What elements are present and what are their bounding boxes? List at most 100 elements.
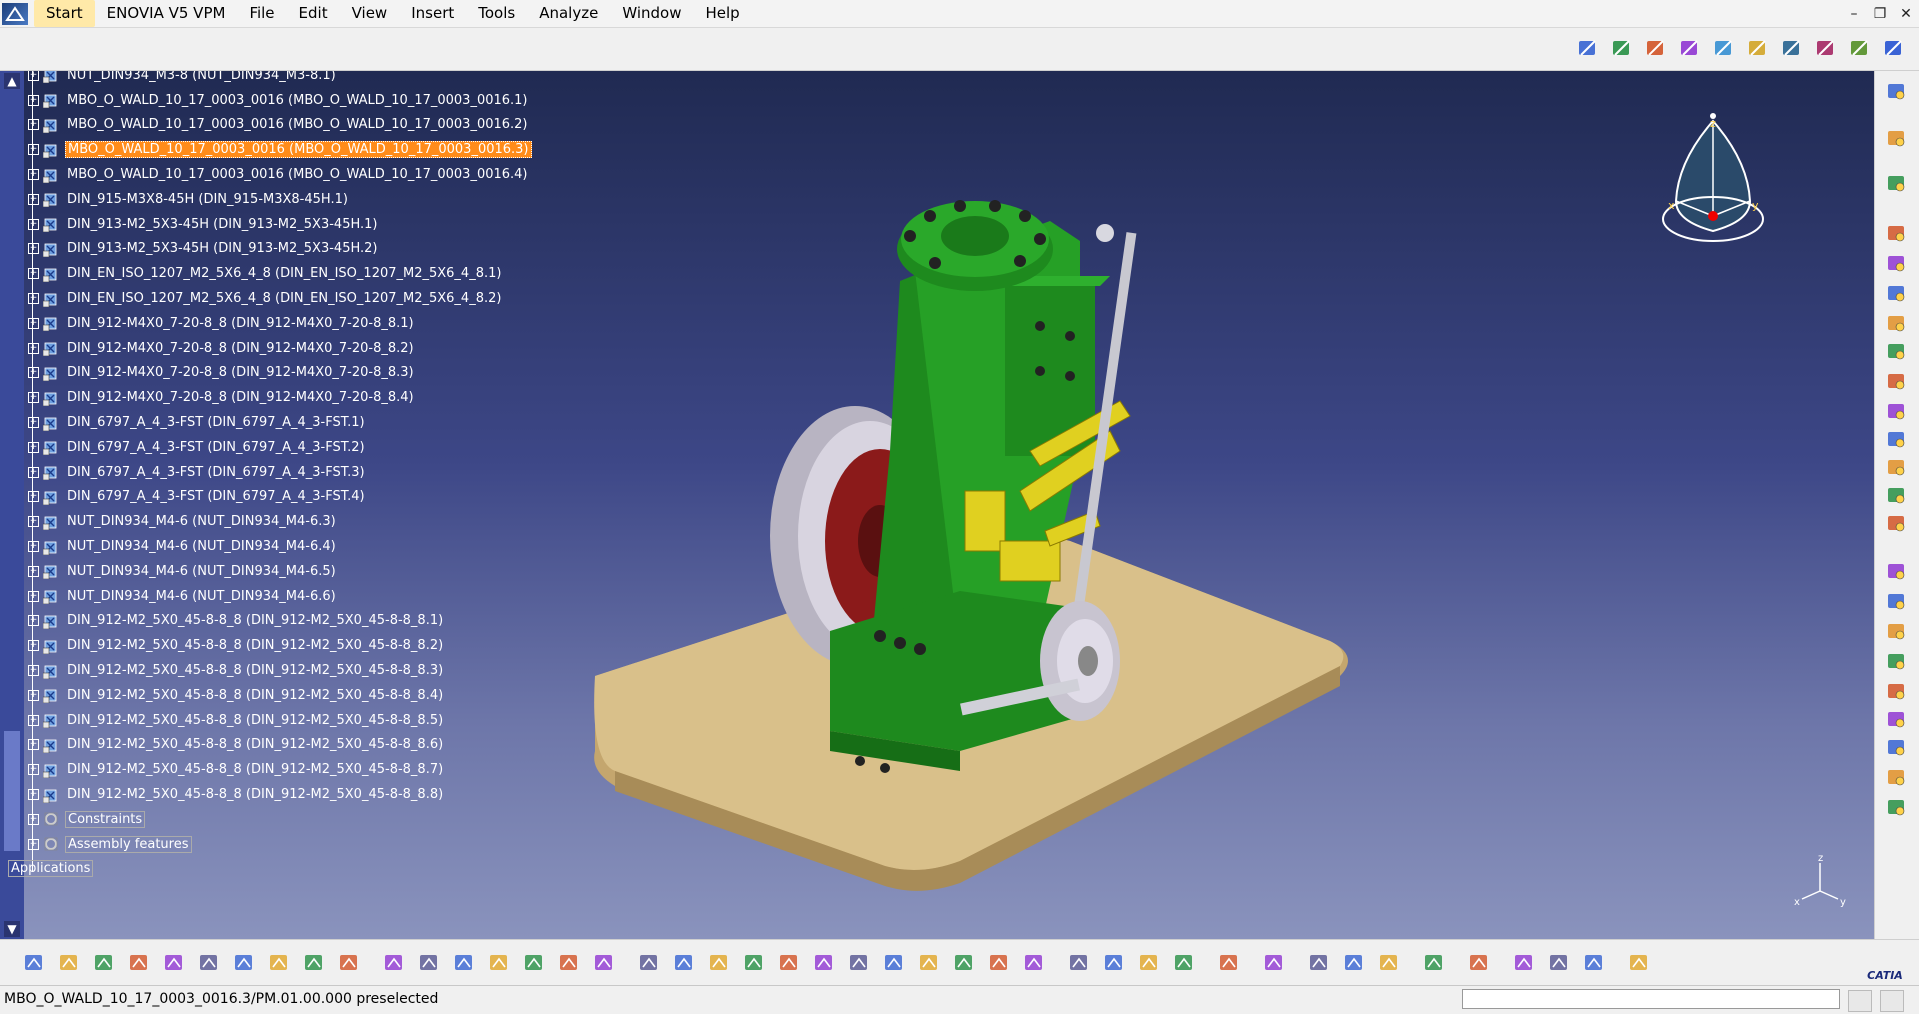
expand-icon[interactable]: + — [28, 764, 39, 776]
tree-node[interactable]: + DIN_6797_A_4_3-FST (DIN_6797_A_4_3-FST.… — [28, 410, 532, 435]
tree-node[interactable]: + DIN_6797_A_4_3-FST (DIN_6797_A_4_3-FST.… — [28, 485, 532, 510]
measure-inertia-icon[interactable] — [1373, 947, 1404, 978]
rotate-icon[interactable] — [738, 947, 769, 978]
material-icon[interactable] — [1508, 947, 1539, 978]
expand-icon[interactable]: + — [28, 714, 39, 726]
comment-icon[interactable] — [413, 947, 444, 978]
tree-node[interactable]: + DIN_912-M4X0_7-20-8_8 (DIN_912-M4X0_7-2… — [28, 361, 532, 386]
menu-help[interactable]: Help — [693, 0, 751, 27]
annotation-icon[interactable] — [1882, 455, 1912, 481]
new-component-icon[interactable] — [1607, 33, 1637, 63]
multi-view-icon[interactable] — [878, 947, 909, 978]
expand-icon[interactable]: + — [28, 441, 39, 453]
status-button-2[interactable] — [1880, 990, 1904, 1012]
apply-material-icon[interactable] — [1578, 947, 1609, 978]
tree-node[interactable]: + DIN_912-M4X0_7-20-8_8 (DIN_912-M4X0_7-2… — [28, 311, 532, 336]
tree-node[interactable]: + DIN_912-M2_5X0_45-8-8_8 (DIN_912-M2_5X0… — [28, 733, 532, 758]
catalog-icon[interactable] — [588, 947, 619, 978]
explode-icon[interactable] — [1882, 339, 1912, 365]
menu-analyze[interactable]: Analyze — [527, 0, 610, 27]
fly-mode-icon[interactable] — [633, 947, 664, 978]
export-icon[interactable] — [1168, 947, 1199, 978]
expand-icon[interactable]: + — [28, 218, 39, 230]
redo-icon[interactable] — [298, 947, 329, 978]
expand-icon[interactable]: + — [28, 268, 39, 280]
contact-icon[interactable] — [1882, 707, 1912, 733]
clash-icon[interactable] — [1882, 399, 1912, 425]
pert-icon[interactable] — [518, 947, 549, 978]
scroll-down-icon[interactable]: ▼ — [4, 921, 20, 937]
copy-icon[interactable] — [193, 947, 224, 978]
catia-app-icon[interactable] — [2, 2, 28, 25]
menu-edit[interactable]: Edit — [287, 0, 340, 27]
tree-node[interactable]: + DIN_912-M2_5X0_45-8-8_8 (DIN_912-M2_5X0… — [28, 782, 532, 807]
part-icon[interactable] — [1882, 281, 1912, 307]
tree-node[interactable]: + DIN_6797_A_4_3-FST (DIN_6797_A_4_3-FST.… — [28, 435, 532, 460]
measure-item-icon[interactable] — [1338, 947, 1369, 978]
expand-icon[interactable]: + — [28, 392, 39, 404]
update-icon[interactable] — [1882, 311, 1912, 337]
expand-icon[interactable]: + — [28, 342, 39, 354]
cut-icon[interactable] — [158, 947, 189, 978]
compass-widget[interactable]: z x y — [1658, 101, 1768, 261]
normal-view-icon[interactable] — [843, 947, 874, 978]
scenes-icon[interactable] — [1882, 511, 1912, 537]
measure-between-icon[interactable] — [1303, 947, 1334, 978]
menu-tools[interactable]: Tools — [466, 0, 527, 27]
menu-insert[interactable]: Insert — [399, 0, 466, 27]
tree-node[interactable]: + DIN_912-M2_5X0_45-8-8_8 (DIN_912-M2_5X0… — [28, 658, 532, 683]
expand-icon[interactable]: + — [28, 516, 39, 528]
snap-icon[interactable] — [1882, 369, 1912, 395]
tree-node[interactable]: + DIN_EN_ISO_1207_M2_5X6_4_8 (DIN_EN_ISO_… — [28, 286, 532, 311]
scroll-thumb[interactable] — [4, 731, 20, 851]
expand-icon[interactable]: + — [28, 739, 39, 751]
expand-icon[interactable]: + — [28, 640, 39, 652]
tree-node[interactable]: + MBO_O_WALD_10_17_0003_0016 (MBO_O_WALD_… — [28, 162, 532, 187]
fix-icon[interactable] — [1879, 33, 1909, 63]
replace-component-icon[interactable] — [1675, 33, 1705, 63]
compass-icon[interactable] — [1882, 619, 1912, 645]
show-icon[interactable] — [1098, 947, 1129, 978]
tree-node[interactable]: + DIN_912-M2_5X0_45-8-8_8 (DIN_912-M2_5X0… — [28, 633, 532, 658]
menu-start[interactable]: Start — [34, 0, 95, 27]
scroll-up-icon[interactable]: ▲ — [4, 73, 20, 89]
expand-icon[interactable]: + — [28, 541, 39, 553]
paste-icon[interactable] — [228, 947, 259, 978]
restore-icon[interactable]: ❐ — [1867, 0, 1893, 27]
refresh-icon[interactable] — [1418, 947, 1449, 978]
expand-icon[interactable]: + — [28, 491, 39, 503]
knowledge-icon[interactable] — [448, 947, 479, 978]
3d-compass-icon[interactable] — [1463, 947, 1494, 978]
tree-node[interactable]: + DIN_6797_A_4_3-FST (DIN_6797_A_4_3-FST.… — [28, 460, 532, 485]
menu-enovia[interactable]: ENOVIA V5 VPM — [95, 0, 238, 27]
expand-icon[interactable]: + — [28, 119, 39, 131]
update-icon[interactable] — [1258, 947, 1289, 978]
open-icon[interactable] — [53, 947, 84, 978]
manipulation-icon[interactable] — [1882, 171, 1912, 197]
expand-icon[interactable]: + — [28, 689, 39, 701]
hide-show-icon[interactable] — [983, 947, 1014, 978]
expand-icon[interactable]: + — [28, 565, 39, 577]
expand-icon[interactable]: + — [28, 144, 39, 156]
fix-together-icon[interactable] — [1882, 649, 1912, 675]
iso-view-icon[interactable] — [913, 947, 944, 978]
tree-node[interactable]: + MBO_O_WALD_10_17_0003_0016 (MBO_O_WALD_… — [28, 113, 532, 138]
tree-node[interactable]: + DIN_912-M2_5X0_45-8-8_8 (DIN_912-M2_5X0… — [28, 683, 532, 708]
offset-icon[interactable] — [1882, 735, 1912, 761]
zoom-out-icon[interactable] — [808, 947, 839, 978]
move-icon[interactable] — [1882, 589, 1912, 615]
bom-icon[interactable] — [1882, 427, 1912, 453]
grid-icon[interactable] — [1623, 947, 1654, 978]
expand-icon[interactable]: + — [28, 367, 39, 379]
existing-component-icon[interactable] — [1641, 33, 1671, 63]
tree-node-assembly-features[interactable]: + Assembly features — [28, 832, 532, 857]
menu-view[interactable]: View — [340, 0, 400, 27]
tree-node[interactable]: + DIN_912-M2_5X0_45-8-8_8 (DIN_912-M2_5X0… — [28, 708, 532, 733]
status-button-1[interactable] — [1848, 990, 1872, 1012]
tree-node[interactable]: + NUT_DIN934_M4-6 (NUT_DIN934_M4-6.5) — [28, 559, 532, 584]
publish-icon[interactable] — [553, 947, 584, 978]
expand-icon[interactable]: + — [28, 590, 39, 602]
tree-node[interactable]: + NUT_DIN934_M4-6 (NUT_DIN934_M4-6.3) — [28, 509, 532, 534]
minimize-icon[interactable]: – — [1841, 0, 1867, 27]
tree-node[interactable]: + MBO_O_WALD_10_17_0003_0016 (MBO_O_WALD_… — [28, 137, 532, 162]
